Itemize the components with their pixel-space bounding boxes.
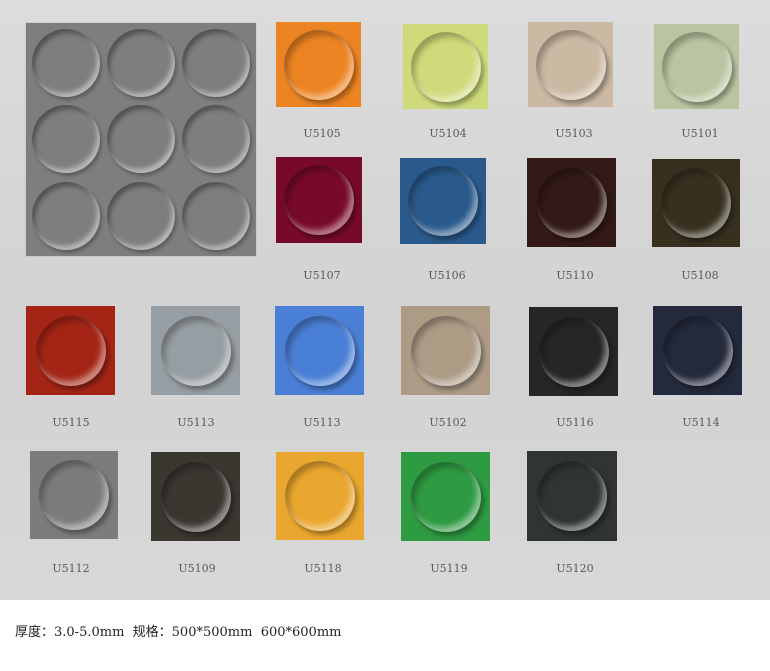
coin-stud	[537, 461, 607, 531]
swatch-code: U5106	[428, 269, 466, 282]
swatch-code: U5110	[556, 269, 594, 282]
swatch-tile[interactable]	[527, 451, 617, 541]
coin-stud	[408, 166, 478, 236]
swatch-code: U5120	[556, 562, 594, 575]
coin-stud	[32, 105, 100, 173]
color-catalog: U5105 U5104 U5103 U5101 U5107 U5106 U511…	[0, 0, 770, 600]
swatch-code: U5118	[304, 562, 342, 575]
swatch-tile[interactable]	[529, 307, 618, 396]
swatch-tile[interactable]	[276, 157, 362, 243]
swatch-code: U5116	[556, 416, 594, 429]
swatch-code: U5101	[681, 127, 719, 140]
coin-stud	[284, 315, 355, 386]
coin-stud	[535, 29, 606, 100]
swatch-tile[interactable]	[276, 452, 364, 540]
swatch-tile[interactable]	[401, 452, 490, 541]
coin-stud	[160, 315, 231, 386]
coin-stud	[283, 29, 354, 100]
coin-stud	[410, 31, 481, 102]
swatch-code: U5115	[52, 416, 90, 429]
coin-stud	[182, 105, 250, 173]
swatch-tile[interactable]	[401, 306, 490, 395]
swatch-code: U5114	[682, 416, 720, 429]
swatch-tile[interactable]	[151, 306, 240, 395]
swatch-code: U5102	[429, 416, 467, 429]
swatch-code: U5105	[303, 127, 341, 140]
coin-stud	[107, 182, 175, 250]
coin-stud	[410, 461, 481, 532]
swatch-tile[interactable]	[276, 22, 361, 107]
swatch-tile[interactable]	[400, 158, 486, 244]
swatch-tile[interactable]	[653, 306, 742, 395]
coin-stud	[661, 31, 732, 102]
swatch-code: U5113	[303, 416, 341, 429]
coin-stud	[32, 29, 100, 97]
coin-stud	[284, 165, 354, 235]
coin-stud	[410, 315, 481, 386]
swatch-code: U5103	[555, 127, 593, 140]
coin-stud	[107, 29, 175, 97]
coin-stud	[32, 182, 100, 250]
coin-stud	[182, 182, 250, 250]
coin-stud	[538, 316, 609, 387]
large-sample-swatch	[26, 23, 256, 256]
coin-stud	[107, 105, 175, 173]
swatch-code: U5112	[52, 562, 90, 575]
swatch-tile[interactable]	[403, 24, 488, 109]
swatch-tile[interactable]	[654, 24, 739, 109]
swatch-code: U5113	[177, 416, 215, 429]
coin-stud	[662, 315, 733, 386]
coin-stud	[661, 168, 731, 238]
swatch-tile[interactable]	[151, 452, 240, 541]
coin-stud	[182, 29, 250, 97]
swatch-code: U5109	[178, 562, 216, 575]
swatch-code: U5104	[429, 127, 467, 140]
swatch-tile[interactable]	[528, 22, 613, 107]
coin-stud	[35, 315, 106, 386]
coin-stud	[536, 167, 607, 238]
swatch-code: U5108	[681, 269, 719, 282]
spec-line: 厚度：3.0-5.0mm 规格：500*500mm 600*600mm	[15, 625, 342, 640]
swatch-tile[interactable]	[652, 159, 740, 247]
coin-stud	[39, 460, 109, 530]
swatch-tile[interactable]	[527, 158, 616, 247]
coin-stud	[160, 461, 231, 532]
swatch-tile[interactable]	[275, 306, 364, 395]
swatch-tile[interactable]	[30, 451, 118, 539]
swatch-code: U5107	[303, 269, 341, 282]
coin-stud	[285, 461, 355, 531]
swatch-code: U5119	[430, 562, 468, 575]
swatch-tile[interactable]	[26, 306, 115, 395]
